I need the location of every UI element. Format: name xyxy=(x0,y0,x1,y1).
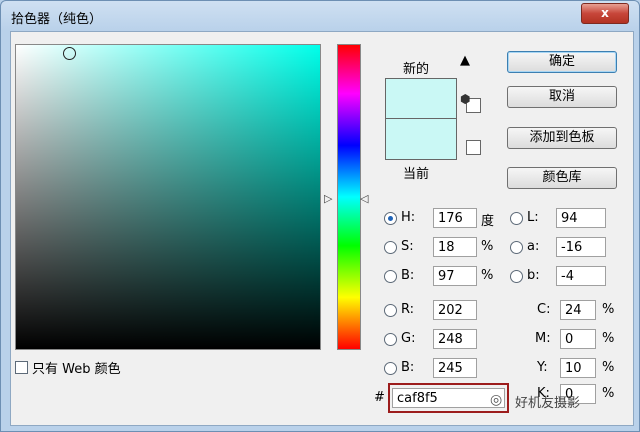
a-label: a: xyxy=(527,239,540,254)
l-label: L: xyxy=(527,210,539,225)
radio-l[interactable] xyxy=(510,212,523,225)
web-only-checkbox[interactable] xyxy=(15,361,28,374)
hue-slider-right-arrow-icon[interactable]: ◁ xyxy=(360,192,368,205)
h-label: H: xyxy=(401,210,416,225)
out-of-gamut-warning-icon[interactable]: ▲ xyxy=(460,53,470,68)
c-unit: % xyxy=(602,302,615,317)
m-label: M: xyxy=(535,331,551,346)
hex-input[interactable]: caf8f5 xyxy=(392,388,505,408)
current-color-swatch[interactable] xyxy=(385,118,457,160)
y-label: Y: xyxy=(537,360,548,375)
new-color-swatch xyxy=(385,78,457,120)
ok-button[interactable]: 确定 xyxy=(507,51,617,73)
radio-s[interactable] xyxy=(384,241,397,254)
r-input[interactable]: 202 xyxy=(433,300,477,320)
add-to-swatches-button[interactable]: 添加到色板 xyxy=(507,127,617,149)
hue-slider-left-arrow-icon[interactable]: ▷ xyxy=(324,192,332,205)
web-safe-color-box[interactable] xyxy=(466,140,481,155)
s-input[interactable]: 18 xyxy=(433,237,477,257)
y-unit: % xyxy=(602,360,615,375)
close-button[interactable]: x xyxy=(581,3,629,24)
radio-a[interactable] xyxy=(510,241,523,254)
radio-r[interactable] xyxy=(384,304,397,317)
radio-h[interactable] xyxy=(384,212,397,225)
h-input[interactable]: 176 xyxy=(433,208,477,228)
title-bar: 拾色器（纯色） x xyxy=(1,1,639,31)
g-label: G: xyxy=(401,331,416,346)
radio-rgb-b[interactable] xyxy=(384,362,397,375)
s-unit: % xyxy=(481,239,494,254)
r-label: R: xyxy=(401,302,415,317)
b-label: B: xyxy=(401,268,415,283)
b-unit: % xyxy=(481,268,494,283)
hue-slider[interactable] xyxy=(337,44,361,350)
c-input[interactable]: 24 xyxy=(560,300,596,320)
watermark-text: 好机友摄影 xyxy=(515,396,581,411)
radio-b[interactable] xyxy=(384,270,397,283)
rgb-b-input[interactable]: 245 xyxy=(433,358,477,378)
new-color-label: 新的 xyxy=(403,62,430,77)
saturation-brightness-field[interactable] xyxy=(15,44,321,350)
radio-g[interactable] xyxy=(384,333,397,346)
current-color-label: 当前 xyxy=(403,167,430,182)
m-input[interactable]: 0 xyxy=(560,329,596,349)
wechat-icon: ◎ xyxy=(490,392,503,408)
lab-b-input[interactable]: -4 xyxy=(556,266,606,286)
h-unit: 度 xyxy=(481,214,495,229)
k-unit: % xyxy=(602,386,615,401)
lab-b-label: b: xyxy=(527,268,540,283)
rgb-b-label: B: xyxy=(401,360,415,375)
web-only-label: 只有 Web 颜色 xyxy=(32,362,121,377)
l-input[interactable]: 94 xyxy=(556,208,606,228)
s-label: S: xyxy=(401,239,414,254)
window-title: 拾色器（纯色） xyxy=(11,12,103,27)
m-unit: % xyxy=(602,331,615,346)
color-libraries-button[interactable]: 颜色库 xyxy=(507,167,617,189)
y-input[interactable]: 10 xyxy=(560,358,596,378)
color-picker-ring[interactable] xyxy=(63,47,76,60)
b-input[interactable]: 97 xyxy=(433,266,477,286)
g-input[interactable]: 248 xyxy=(433,329,477,349)
a-input[interactable]: -16 xyxy=(556,237,606,257)
web-safe-cube-icon[interactable]: ⬢ xyxy=(460,92,470,106)
c-label: C: xyxy=(537,302,551,317)
cancel-button[interactable]: 取消 xyxy=(507,86,617,108)
radio-lab-b[interactable] xyxy=(510,270,523,283)
hex-prefix: # xyxy=(374,390,385,405)
